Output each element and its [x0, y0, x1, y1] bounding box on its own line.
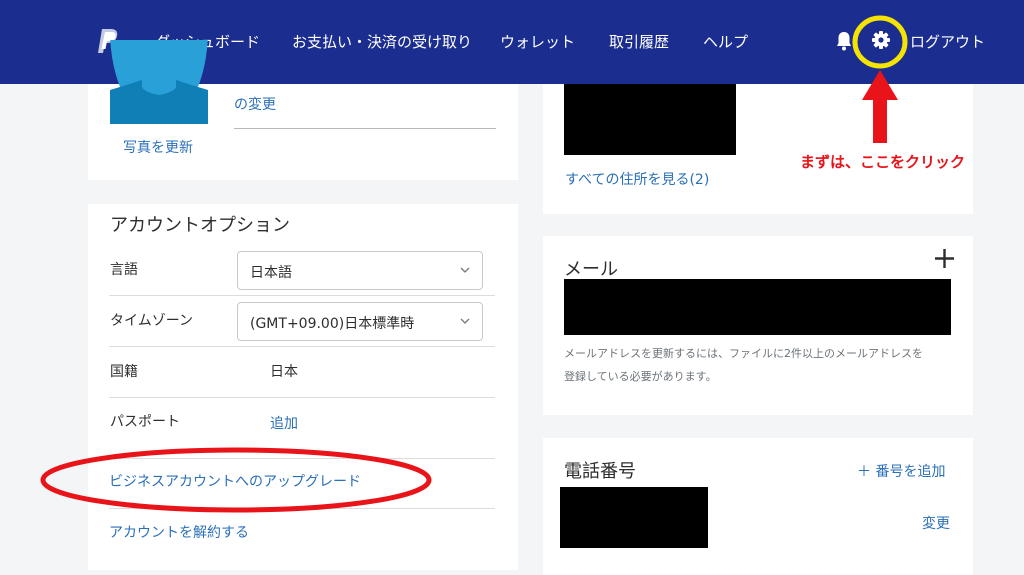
yellow-circle-highlight: [852, 15, 908, 69]
red-ellipse-highlight: [40, 447, 432, 513]
red-arrow-icon: [862, 70, 898, 143]
annotation-overlay: [40, 15, 908, 513]
annotation-text: まずは、ここをクリック: [800, 153, 966, 171]
